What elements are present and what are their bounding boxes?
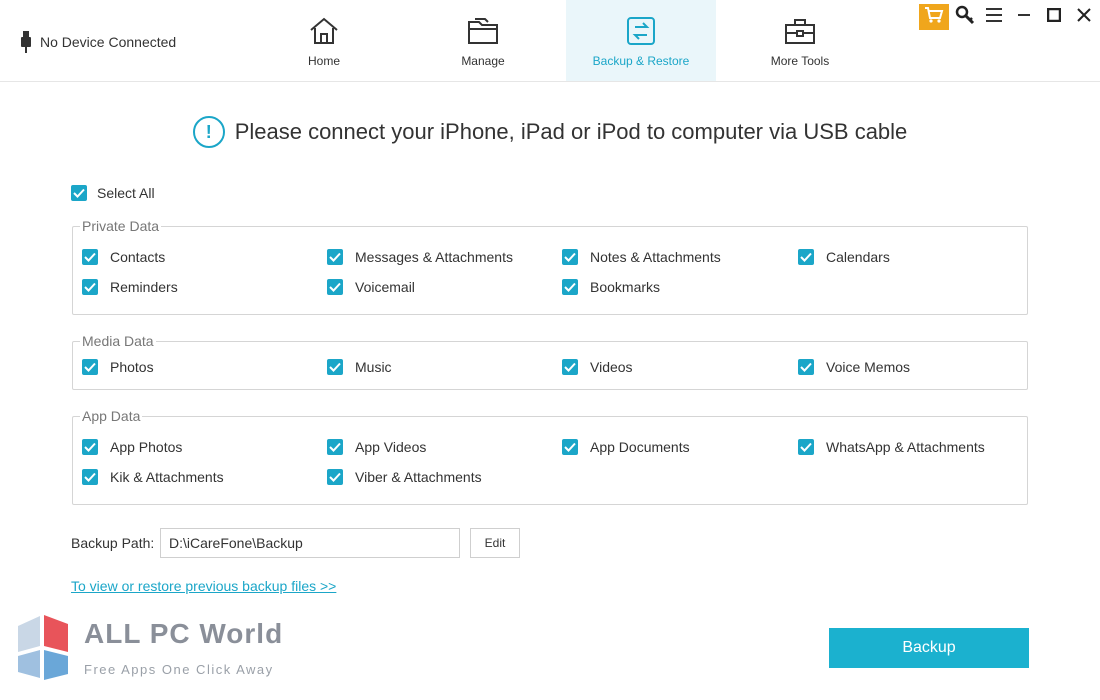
app-data-group <box>72 416 1028 505</box>
checkbox-bookmarks[interactable]: Bookmarks <box>562 279 660 295</box>
watermark-subtitle: Free Apps One Click Away <box>84 662 274 677</box>
info-exclamation-icon: ! <box>192 116 225 148</box>
cart-icon <box>924 6 944 29</box>
cart-button[interactable] <box>919 4 949 30</box>
checkmark-icon <box>82 469 98 485</box>
checkmark-icon <box>327 359 343 375</box>
checkbox-reminders[interactable]: Reminders <box>82 279 178 295</box>
select-all-checkbox[interactable]: Select All <box>71 185 155 201</box>
minimize-button[interactable] <box>1010 4 1038 30</box>
checkbox-videos[interactable]: Videos <box>562 359 633 375</box>
checkbox-label: Music <box>355 359 392 375</box>
checkbox-contacts[interactable]: Contacts <box>82 249 165 265</box>
backup-path-label: Backup Path: <box>71 535 155 551</box>
checkbox-label: Notes & Attachments <box>590 249 721 265</box>
tab-home-label: Home <box>307 54 340 68</box>
menu-button[interactable] <box>980 4 1008 30</box>
checkbox-notes[interactable]: Notes & Attachments <box>562 249 721 265</box>
select-all-label: Select All <box>97 185 155 201</box>
maximize-button[interactable] <box>1040 4 1068 30</box>
checkmark-icon <box>82 279 98 295</box>
checkbox-viber[interactable]: Viber & Attachments <box>327 469 482 485</box>
home-icon <box>307 14 341 48</box>
connect-message: ! Please connect your iPhone, iPad or iP… <box>0 116 1100 148</box>
checkbox-photos[interactable]: Photos <box>82 359 154 375</box>
backup-path-input[interactable] <box>160 528 460 558</box>
tab-manage-label: Manage <box>461 54 505 68</box>
connect-message-text: Please connect your iPhone, iPad or iPod… <box>234 119 908 144</box>
checkbox-calendars[interactable]: Calendars <box>798 249 890 265</box>
checkbox-label: Voicemail <box>355 279 415 295</box>
media-data-title: Media Data <box>80 333 156 349</box>
tab-more-tools-label: More Tools <box>770 54 830 68</box>
checkmark-icon <box>82 359 98 375</box>
checkmark-icon <box>82 249 98 265</box>
top-navigation-bar: No Device Connected Home Manage Backup &… <box>0 0 1100 82</box>
maximize-icon <box>1046 7 1062 27</box>
view-backup-files-link[interactable]: To view or restore previous backup files… <box>71 578 336 594</box>
checkbox-label: Voice Memos <box>826 359 911 375</box>
tab-backup-restore[interactable]: Backup & Restore <box>566 0 716 81</box>
close-icon <box>1077 7 1091 27</box>
checkmark-icon <box>327 439 343 455</box>
checkmark-icon <box>562 439 578 455</box>
checkbox-label: App Photos <box>110 439 183 455</box>
toolbox-icon <box>783 14 817 48</box>
checkmark-icon <box>327 469 343 485</box>
backup-restore-icon <box>624 14 658 48</box>
checkbox-label: Messages & Attachments <box>355 249 513 265</box>
close-button[interactable] <box>1070 4 1098 30</box>
checkmark-icon <box>82 439 98 455</box>
checkbox-label: Viber & Attachments <box>355 469 482 485</box>
checkbox-app-photos[interactable]: App Photos <box>82 439 182 455</box>
checkmark-icon <box>798 359 814 375</box>
register-key-button[interactable] <box>951 4 979 30</box>
device-status: No Device Connected <box>20 31 176 53</box>
menu-icon <box>985 7 1003 28</box>
tab-more-tools[interactable]: More Tools <box>758 0 842 81</box>
watermark-title: ALL PC World <box>84 618 284 649</box>
tab-backup-restore-label: Backup & Restore <box>592 54 690 68</box>
watermark: ALL PC World Free Apps One Click Away <box>14 612 314 692</box>
checkmark-icon <box>327 279 343 295</box>
checkbox-label: Videos <box>590 359 633 375</box>
private-data-group <box>72 226 1028 315</box>
checkbox-messages[interactable]: Messages & Attachments <box>327 249 513 265</box>
checkbox-label: WhatsApp & Attachments <box>826 439 985 455</box>
checkbox-app-videos[interactable]: App Videos <box>327 439 426 455</box>
checkbox-label: App Documents <box>590 439 690 455</box>
checkbox-label: Kik & Attachments <box>110 469 224 485</box>
checkbox-label: Calendars <box>826 249 890 265</box>
app-data-title: App Data <box>80 408 143 424</box>
checkbox-voicemail[interactable]: Voicemail <box>327 279 415 295</box>
folder-icon <box>466 14 500 48</box>
minimize-icon <box>1017 8 1031 27</box>
tab-manage[interactable]: Manage <box>440 0 526 81</box>
private-data-title: Private Data <box>80 218 162 234</box>
checkmark-icon <box>562 249 578 265</box>
device-status-text: No Device Connected <box>40 34 177 50</box>
key-icon <box>955 5 975 30</box>
checkmark-icon <box>798 249 814 265</box>
usb-cable-icon <box>21 31 31 53</box>
checkbox-whatsapp[interactable]: WhatsApp & Attachments <box>798 439 985 455</box>
watermark-logo-icon <box>14 612 72 687</box>
checkmark-icon <box>71 185 87 201</box>
checkmark-icon <box>798 439 814 455</box>
checkbox-voice-memos[interactable]: Voice Memos <box>798 359 910 375</box>
checkmark-icon <box>562 279 578 295</box>
checkmark-icon <box>327 249 343 265</box>
checkbox-app-documents[interactable]: App Documents <box>562 439 690 455</box>
checkmark-icon <box>562 359 578 375</box>
checkbox-label: Reminders <box>110 279 178 295</box>
backup-button[interactable]: Backup <box>829 628 1029 668</box>
checkbox-label: Bookmarks <box>590 279 661 295</box>
checkbox-label: Contacts <box>110 249 166 265</box>
checkbox-music[interactable]: Music <box>327 359 392 375</box>
tab-home[interactable]: Home <box>284 0 364 81</box>
checkbox-kik[interactable]: Kik & Attachments <box>82 469 224 485</box>
checkbox-label: Photos <box>110 359 154 375</box>
checkbox-label: App Videos <box>355 439 427 455</box>
edit-path-button[interactable]: Edit <box>470 528 520 558</box>
